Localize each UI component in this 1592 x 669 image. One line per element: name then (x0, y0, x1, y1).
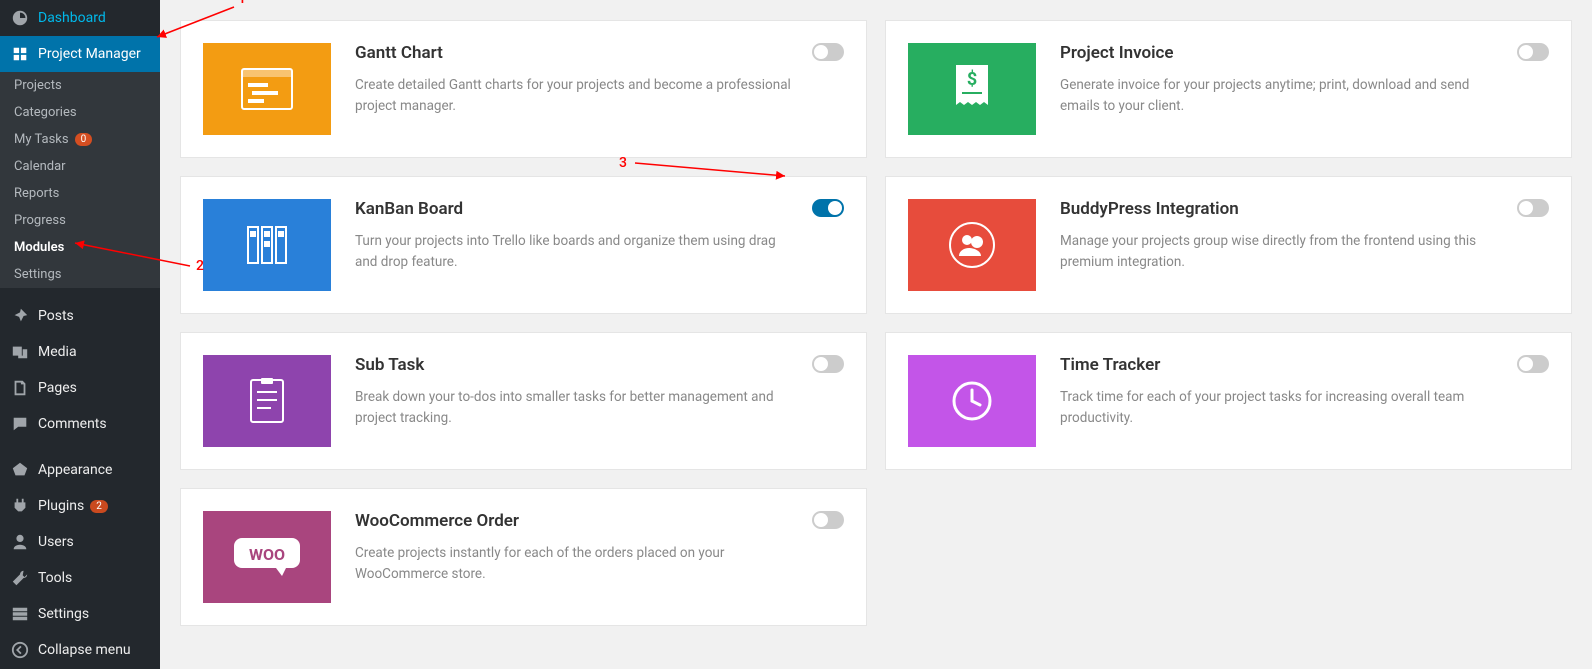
module-card-timetracker: Time Tracker Track time for each of your… (885, 332, 1572, 470)
sidebar-item-tools[interactable]: Tools (0, 560, 160, 596)
woo-icon: WOO (203, 511, 331, 603)
dashboard-label: Dashboard (38, 10, 106, 26)
settings-sub-label: Settings (14, 267, 61, 282)
sidebar-item-project-manager[interactable]: Project Manager (0, 36, 160, 72)
kanban-desc: Turn your projects into Trello like boar… (355, 231, 794, 273)
pages-icon (10, 378, 30, 398)
users-icon (10, 532, 30, 552)
sidebar-item-calendar[interactable]: Calendar (0, 153, 160, 180)
timetracker-toggle[interactable] (1517, 355, 1549, 373)
woo-title: WooCommerce Order (355, 511, 794, 531)
sidebar-item-wp-settings[interactable]: Settings (0, 596, 160, 632)
module-card-subtask: Sub Task Break down your to-dos into sma… (180, 332, 867, 470)
subtask-toggle[interactable] (812, 355, 844, 373)
annotation-3: 3 (619, 155, 627, 171)
sidebar-item-pages[interactable]: Pages (0, 370, 160, 406)
sidebar-item-my-tasks[interactable]: My Tasks 0 (0, 126, 160, 153)
sidebar-item-modules[interactable]: Modules (0, 234, 160, 261)
subtask-title: Sub Task (355, 355, 794, 375)
comments-icon (10, 414, 30, 434)
sidebar-submenu: Projects Categories My Tasks 0 Calendar … (0, 72, 160, 288)
sidebar-item-appearance[interactable]: Appearance (0, 452, 160, 488)
project-manager-label: Project Manager (38, 46, 141, 62)
sidebar-item-users[interactable]: Users (0, 524, 160, 560)
gantt-icon (203, 43, 331, 135)
pin-icon (10, 306, 30, 326)
gantt-toggle[interactable] (812, 43, 844, 61)
admin-sidebar: Dashboard Project Manager Projects Categ… (0, 0, 160, 669)
sidebar-item-projects[interactable]: Projects (0, 72, 160, 99)
annotation-1: 1 (238, 0, 246, 7)
buddypress-toggle[interactable] (1517, 199, 1549, 217)
users-label: Users (38, 534, 74, 550)
sidebar-item-plugins[interactable]: Plugins 2 (0, 488, 160, 524)
sidebar-item-categories[interactable]: Categories (0, 99, 160, 126)
wp-settings-label: Settings (38, 606, 89, 622)
sidebar-item-reports[interactable]: Reports (0, 180, 160, 207)
my-tasks-label: My Tasks (14, 132, 69, 147)
woo-toggle[interactable] (812, 511, 844, 529)
invoice-icon: $ (908, 43, 1036, 135)
media-icon (10, 342, 30, 362)
projects-label: Projects (14, 78, 62, 93)
my-tasks-badge: 0 (75, 133, 93, 146)
project-manager-icon (10, 44, 30, 64)
annotation-2: 2 (196, 258, 204, 274)
svg-text:WOO: WOO (249, 545, 285, 564)
reports-label: Reports (14, 186, 59, 201)
sidebar-item-media[interactable]: Media (0, 334, 160, 370)
calendar-label: Calendar (14, 159, 66, 174)
module-card-woo: WOO WooCommerce Order Create projects in… (180, 488, 867, 626)
posts-label: Posts (38, 308, 74, 324)
kanban-toggle[interactable] (812, 199, 844, 217)
timetracker-icon (908, 355, 1036, 447)
timetracker-title: Time Tracker (1060, 355, 1499, 375)
buddypress-icon (908, 199, 1036, 291)
progress-label: Progress (14, 213, 66, 228)
buddypress-title: BuddyPress Integration (1060, 199, 1499, 219)
kanban-title: KanBan Board (355, 199, 794, 219)
subtask-desc: Break down your to-dos into smaller task… (355, 387, 794, 429)
content-area: 1 2 3 Gantt Chart Create detailed Gantt … (160, 0, 1592, 669)
dashboard-icon (10, 8, 30, 28)
settings-icon (10, 604, 30, 624)
tools-icon (10, 568, 30, 588)
appearance-icon (10, 460, 30, 480)
tools-label: Tools (38, 570, 72, 586)
sidebar-item-posts[interactable]: Posts (0, 298, 160, 334)
collapse-label: Collapse menu (38, 642, 131, 658)
sidebar-item-comments[interactable]: Comments (0, 406, 160, 442)
subtask-icon (203, 355, 331, 447)
appearance-label: Appearance (38, 462, 112, 478)
module-card-gantt: Gantt Chart Create detailed Gantt charts… (180, 20, 867, 158)
pages-label: Pages (38, 380, 77, 396)
categories-label: Categories (14, 105, 77, 120)
modules-grid: Gantt Chart Create detailed Gantt charts… (180, 20, 1572, 626)
kanban-icon (203, 199, 331, 291)
invoice-title: Project Invoice (1060, 43, 1499, 63)
sidebar-item-progress[interactable]: Progress (0, 207, 160, 234)
svg-text:$: $ (967, 69, 977, 90)
sidebar-item-dashboard[interactable]: Dashboard (0, 0, 160, 36)
collapse-icon (10, 640, 30, 660)
woo-desc: Create projects instantly for each of th… (355, 543, 794, 585)
gantt-title: Gantt Chart (355, 43, 794, 63)
invoice-desc: Generate invoice for your projects anyti… (1060, 75, 1499, 117)
comments-label: Comments (38, 416, 107, 432)
plugins-icon (10, 496, 30, 516)
invoice-toggle[interactable] (1517, 43, 1549, 61)
sidebar-item-collapse[interactable]: Collapse menu (0, 632, 160, 668)
buddypress-desc: Manage your projects group wise directly… (1060, 231, 1499, 273)
plugins-badge: 2 (90, 500, 108, 513)
media-label: Media (38, 344, 77, 360)
modules-label: Modules (14, 240, 64, 255)
module-card-invoice: $ Project Invoice Generate invoice for y… (885, 20, 1572, 158)
module-card-kanban: KanBan Board Turn your projects into Tre… (180, 176, 867, 314)
module-card-buddypress: BuddyPress Integration Manage your proje… (885, 176, 1572, 314)
gantt-desc: Create detailed Gantt charts for your pr… (355, 75, 794, 117)
timetracker-desc: Track time for each of your project task… (1060, 387, 1499, 429)
sidebar-item-settings[interactable]: Settings (0, 261, 160, 288)
plugins-label: Plugins (38, 498, 84, 514)
